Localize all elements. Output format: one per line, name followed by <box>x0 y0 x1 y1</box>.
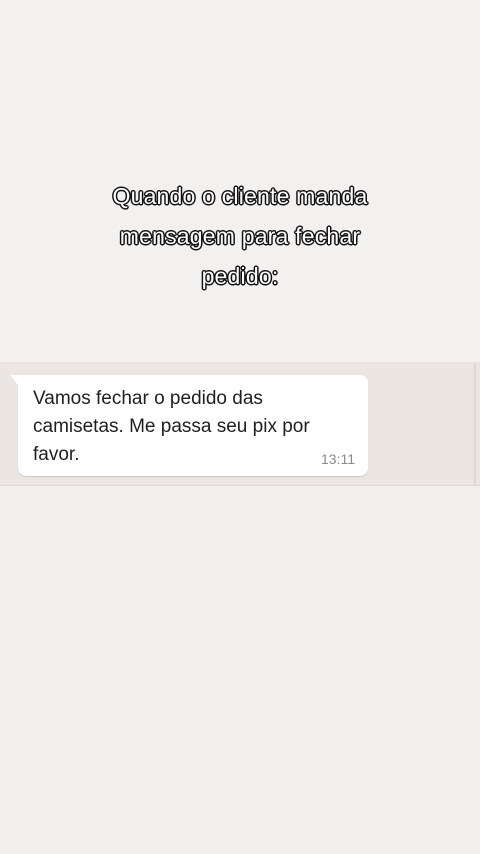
chat-area: Vamos fechar o pedido das camisetas. Me … <box>0 362 480 486</box>
message-text: Vamos fechar o pedido das camisetas. Me … <box>33 388 310 465</box>
caption-line-2: mensagem para fechar <box>119 222 361 249</box>
caption-line-3: pedido: <box>201 262 279 289</box>
video-caption: Quando o cliente manda mensagem para fec… <box>0 176 480 296</box>
empty-background <box>0 487 480 854</box>
message-timestamp: 13:11 <box>321 451 355 467</box>
incoming-message-bubble[interactable]: Vamos fechar o pedido das camisetas. Me … <box>10 375 368 476</box>
caption-line-1: Quando o cliente manda <box>112 182 368 209</box>
